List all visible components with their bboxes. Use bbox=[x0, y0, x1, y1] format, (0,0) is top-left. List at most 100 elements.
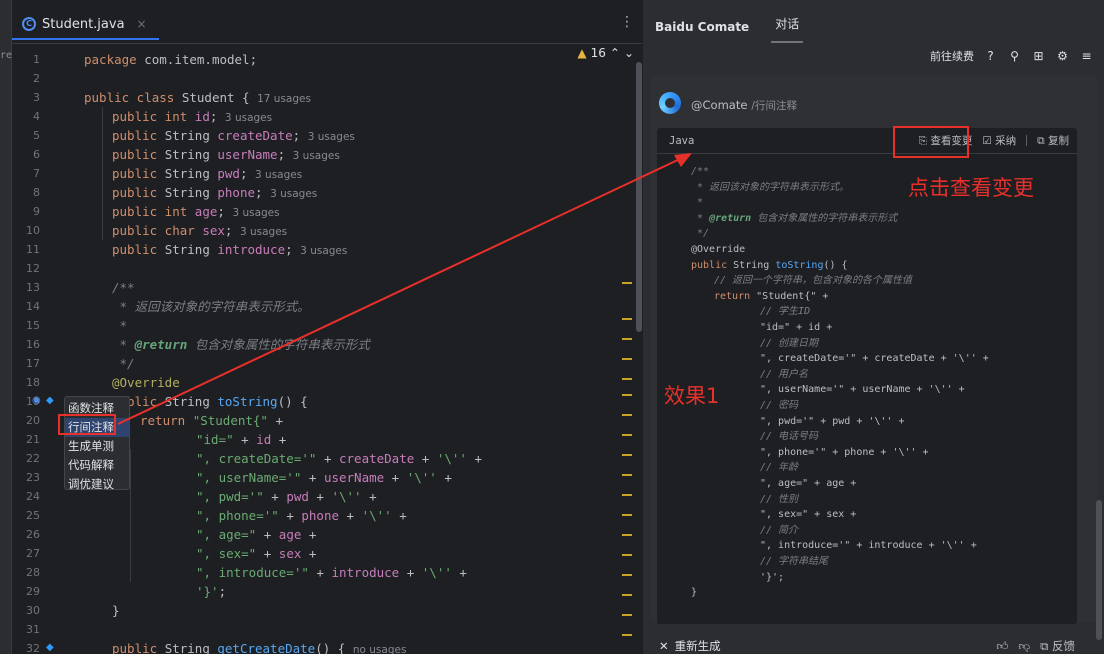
code-token: () { bbox=[277, 394, 308, 409]
code-token: getCreateDate bbox=[217, 641, 316, 654]
code-line: public int id; 3 usages bbox=[112, 107, 272, 126]
code-line: public String phone; 3 usages bbox=[112, 183, 317, 202]
code-token: /** bbox=[112, 280, 135, 295]
code-line: public String userName; 3 usages bbox=[112, 145, 340, 164]
stripe-mark[interactable] bbox=[622, 594, 632, 596]
stripe-mark[interactable] bbox=[622, 474, 632, 476]
code-token: ; bbox=[224, 223, 240, 238]
chevron-down-icon[interactable]: ⌄ bbox=[624, 46, 634, 60]
stripe-mark[interactable] bbox=[622, 394, 632, 396]
stripe-mark[interactable] bbox=[622, 634, 632, 636]
stripe-mark[interactable] bbox=[622, 494, 632, 496]
continue-link[interactable]: 前往续费 bbox=[930, 48, 974, 64]
menu-item[interactable]: 生成单测 bbox=[65, 437, 129, 456]
code-token: + bbox=[301, 546, 317, 561]
code-token: // 学生ID bbox=[760, 306, 811, 318]
code-token: return bbox=[140, 413, 193, 428]
stripe-mark[interactable] bbox=[622, 318, 632, 320]
code-token: public int bbox=[112, 204, 195, 219]
command-name: /行间注释 bbox=[751, 100, 797, 112]
code-token: String bbox=[164, 242, 218, 257]
code-token: */ bbox=[691, 228, 710, 240]
gutter-override-icon[interactable]: ◉ bbox=[32, 395, 41, 406]
code-token: ", sex=" bbox=[196, 546, 257, 561]
generated-code-line: ", introduce='" + introduce + '\'' + bbox=[760, 538, 977, 554]
code-token: ", createDate='" bbox=[196, 451, 317, 466]
grid-icon[interactable]: ⊞ bbox=[1031, 49, 1046, 64]
tab-student-java[interactable]: C Student.java × bbox=[12, 10, 159, 40]
code-token: public bbox=[112, 166, 165, 181]
sender-name: @Comate bbox=[691, 98, 748, 112]
highlight-box-menu bbox=[58, 414, 116, 435]
code-token: introduce bbox=[217, 242, 286, 257]
code-token: @return bbox=[709, 212, 752, 224]
code-editor[interactable]: C Student.java × ⋮ ▲ 16 ⌃ ⌄ 1 2 3 4 5 6 7 8 9 10 1… bbox=[12, 0, 642, 654]
code-line: '}'; bbox=[196, 582, 226, 601]
code-token: "id=" bbox=[196, 432, 234, 447]
comate-gutter-icon[interactable]: ◆ bbox=[46, 395, 54, 406]
copy-button[interactable]: ⧉ 复制 bbox=[1037, 133, 1069, 148]
code-token: 3 usages bbox=[232, 207, 280, 219]
stripe-mark[interactable] bbox=[622, 282, 632, 284]
code-token: ; bbox=[209, 109, 225, 124]
stripe-mark[interactable] bbox=[622, 434, 632, 436]
stripe-mark[interactable] bbox=[622, 554, 632, 556]
code-token: @Override bbox=[691, 244, 746, 255]
stripe-mark[interactable] bbox=[622, 574, 632, 576]
code-area[interactable]: package com.item.model; public class Stud… bbox=[84, 44, 614, 654]
code-token: ; bbox=[239, 166, 256, 181]
code-token: id bbox=[256, 432, 272, 447]
code-token: '\'' bbox=[361, 508, 392, 523]
adopt-button[interactable]: ☑ 采纳 bbox=[982, 133, 1016, 148]
code-token: */ bbox=[112, 356, 135, 371]
feedback-button[interactable]: ⧉ 反馈 bbox=[1040, 638, 1075, 654]
comate-avatar bbox=[659, 92, 681, 114]
comate-gutter-icon[interactable]: ◆ bbox=[46, 642, 54, 653]
generated-code-line: * bbox=[691, 195, 703, 211]
close-tab-icon[interactable]: × bbox=[137, 17, 147, 31]
menu-icon[interactable]: ≡ bbox=[1079, 49, 1094, 64]
editor-tabbar: C Student.java × ⋮ bbox=[12, 0, 642, 44]
menu-item[interactable]: 代码解释 bbox=[65, 456, 129, 475]
regenerate-button[interactable]: ✕ 重新生成 bbox=[659, 638, 721, 654]
code-token: () { bbox=[315, 641, 353, 654]
code-token: + bbox=[316, 451, 339, 466]
code-token: ; bbox=[292, 128, 308, 143]
settings-icon[interactable]: ⚙ bbox=[1055, 49, 1070, 64]
code-token: public int bbox=[112, 109, 195, 124]
stripe-mark[interactable] bbox=[622, 378, 632, 380]
code-token: String bbox=[164, 147, 218, 162]
more-options-icon[interactable]: ⋮ bbox=[620, 14, 634, 30]
help-icon[interactable]: ? bbox=[983, 49, 998, 64]
code-token: + bbox=[308, 565, 332, 580]
share-icon[interactable]: ⚲ bbox=[1007, 49, 1022, 64]
generated-code-line: */ bbox=[691, 226, 709, 242]
stripe-mark[interactable] bbox=[622, 614, 632, 616]
code-token: '}'; bbox=[760, 571, 785, 583]
tab-chat[interactable]: 对话 bbox=[771, 15, 804, 43]
class-icon: C bbox=[22, 17, 36, 31]
stripe-mark[interactable] bbox=[622, 454, 632, 456]
panel-scrollbar[interactable] bbox=[1096, 500, 1102, 640]
generated-code-line: // 年龄 bbox=[760, 460, 798, 476]
code-token: "id=" + id + bbox=[760, 322, 833, 333]
generated-code-line: // 创建日期 bbox=[760, 336, 818, 352]
menu-item[interactable]: 调优建议 bbox=[65, 475, 129, 494]
code-line: public String createDate; 3 usages bbox=[112, 126, 355, 145]
adopt-label: 采纳 bbox=[995, 135, 1017, 147]
code-token: * 返回该对象的字符串表示形式。 bbox=[691, 181, 850, 193]
stripe-mark[interactable] bbox=[622, 338, 632, 340]
stripe-mark[interactable] bbox=[622, 514, 632, 516]
code-token: ", introduce='" bbox=[196, 565, 309, 580]
code-token: createDate bbox=[217, 128, 293, 143]
code-line: ", introduce='" + introduce + '\'' + bbox=[196, 563, 467, 582]
line-number-gutter: 1 2 3 4 5 6 7 8 9 10 11 12 13 14 15 16 17 18 19 20 21 22 23 24 2… bbox=[12, 44, 60, 654]
thumbs-down-icon[interactable]: 👎︎ bbox=[1018, 639, 1030, 654]
code-token: '\'' bbox=[331, 489, 362, 504]
generated-code-line: ", pwd='" + pwd + '\'' + bbox=[760, 414, 905, 430]
generated-code-line: // 性别 bbox=[760, 492, 798, 508]
stripe-mark[interactable] bbox=[622, 534, 632, 536]
stripe-mark[interactable] bbox=[622, 414, 632, 416]
thumbs-up-icon[interactable]: 👍︎ bbox=[996, 639, 1008, 654]
stripe-mark[interactable] bbox=[622, 358, 632, 360]
